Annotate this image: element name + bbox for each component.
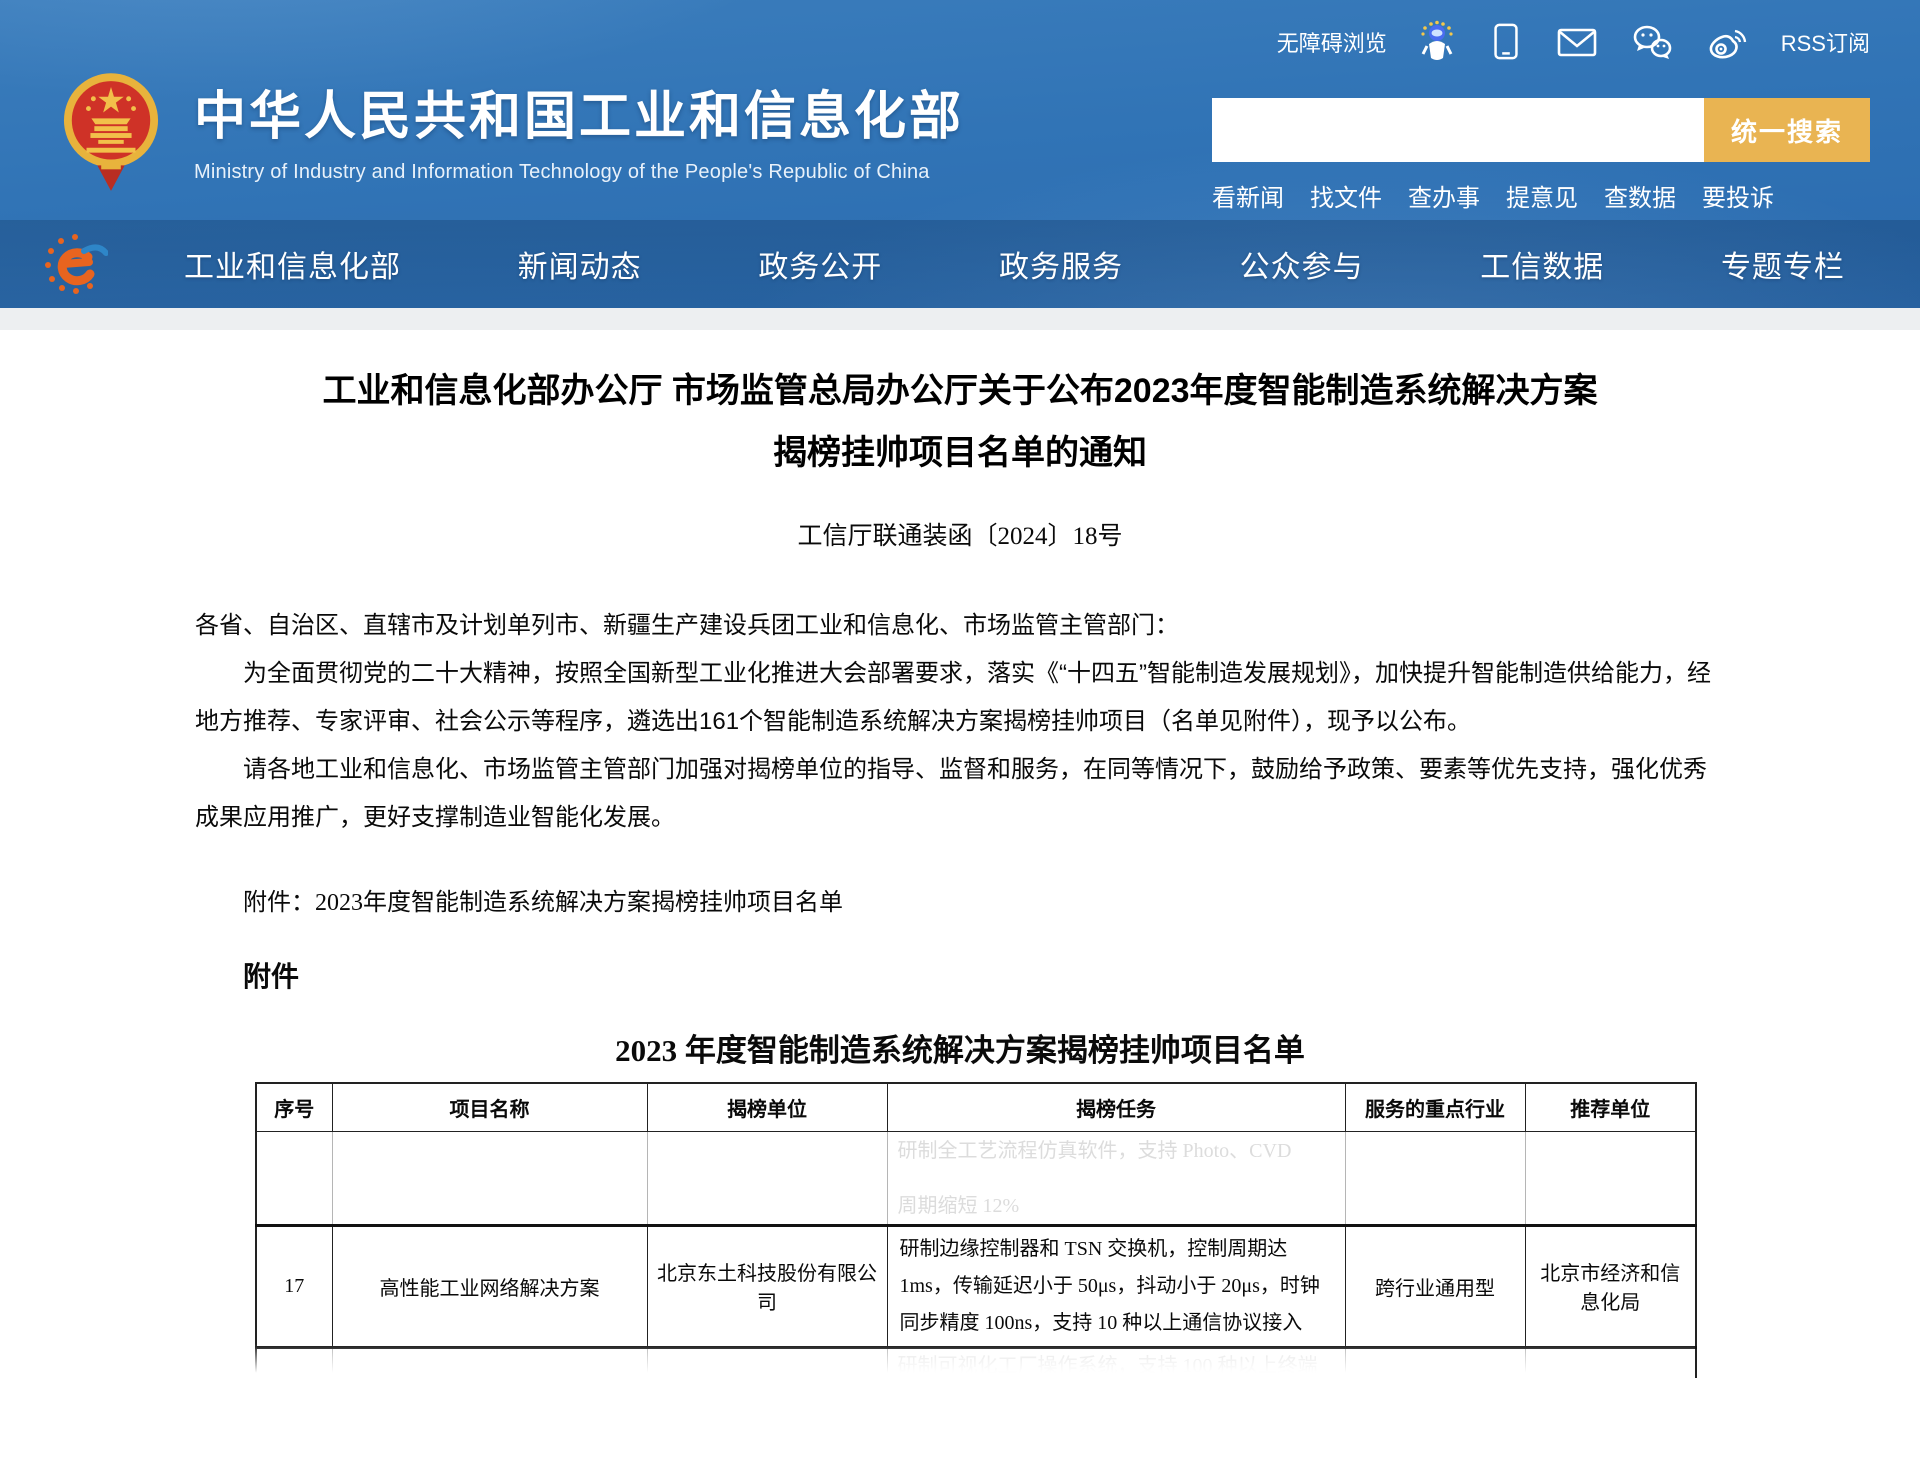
cell-recommender: 北京市经济和信息化局	[1525, 1225, 1696, 1347]
table-cell-empty	[256, 1131, 332, 1225]
table-cell-empty	[256, 1347, 332, 1378]
col-header-no: 序号	[256, 1083, 332, 1131]
weibo-icon[interactable]	[1705, 21, 1751, 63]
wechat-icon[interactable]	[1629, 21, 1675, 63]
quick-link-complaint[interactable]: 要投诉	[1702, 178, 1774, 213]
quick-link-services[interactable]: 查办事	[1408, 178, 1480, 213]
notice-paragraphs: 各省、自治区、直辖市及计划单列市、新疆生产建设兵团工业和信息化、市场监管主管部门…	[195, 602, 1725, 842]
cell-unit: 北京东土科技股份有限公司	[647, 1225, 887, 1347]
table-cell-partial-task: 研制可视化工厂操作系统，支持 100 种以上终端	[887, 1347, 1345, 1378]
quick-link-feedback[interactable]: 提意见	[1506, 178, 1578, 213]
site-subtitle: Ministry of Industry and Information Tec…	[194, 161, 964, 184]
site-title[interactable]: 中华人民共和国工业和信息化部	[194, 74, 964, 149]
quick-links: 看新闻 找文件 查办事 提意见 查数据 要投诉	[1212, 178, 1870, 213]
document-body: 工业和信息化部办公厅 市场监管总局办公厅关于公布2023年度智能制造系统解决方案…	[195, 360, 1725, 1378]
cell-project: 高性能工业网络解决方案	[332, 1225, 647, 1347]
document-number: 工信厅联通装函〔2024〕18号	[195, 516, 1725, 552]
col-header-project: 项目名称	[332, 1083, 647, 1131]
nav-item-miit[interactable]: 工业和信息化部	[184, 242, 401, 286]
notice-title: 工业和信息化部办公厅 市场监管总局办公厅关于公布2023年度智能制造系统解决方案…	[320, 360, 1600, 484]
robot-mascot-icon[interactable]	[1417, 20, 1457, 64]
cell-no: 17	[256, 1225, 332, 1347]
search-area: 统一搜索 看新闻 找文件 查办事 提意见 查数据 要投诉	[1212, 98, 1870, 213]
table-cell-partial-task: 研制全工艺流程仿真软件，支持 Photo、CVD 周期缩短 12%	[887, 1131, 1345, 1225]
nav-item-gov-open[interactable]: 政务公开	[758, 242, 882, 286]
table-cell-empty	[647, 1347, 887, 1378]
rss-link[interactable]: RSS订阅	[1781, 26, 1870, 58]
table-cell-empty	[332, 1131, 647, 1225]
attachment-link[interactable]: 附件：2023年度智能制造系统解决方案揭榜挂帅项目名单	[195, 882, 1725, 917]
nav-item-news[interactable]: 新闻动态	[518, 242, 642, 286]
col-header-task: 揭榜任务	[887, 1083, 1345, 1131]
salutation-paragraph: 各省、自治区、直辖市及计划单列市、新疆生产建设兵团工业和信息化、市场监管主管部门…	[195, 602, 1725, 650]
table-cell-empty	[647, 1131, 887, 1225]
site-brand: 中华人民共和国工业和信息化部 Ministry of Industry and …	[62, 70, 964, 202]
quick-link-files[interactable]: 找文件	[1310, 178, 1382, 213]
attachment-heading: 附件	[195, 955, 1725, 995]
unified-search-button[interactable]: 统一搜索	[1704, 98, 1870, 162]
quick-link-news[interactable]: 看新闻	[1212, 178, 1284, 213]
table-header-row: 序号 项目名称 揭榜单位 揭榜任务 服务的重点行业 推荐单位	[256, 1083, 1696, 1131]
table-cell-empty	[1525, 1131, 1696, 1225]
col-header-unit: 揭榜单位	[647, 1083, 887, 1131]
body-paragraph-2: 请各地工业和信息化、市场监管主管部门加强对揭榜单位的指导、监督和服务，在同等情况…	[195, 746, 1725, 842]
utility-bar: 无障碍浏览	[1277, 20, 1870, 64]
nav-item-special-topics[interactable]: 专题专栏	[1721, 242, 1845, 286]
search-input[interactable]	[1212, 98, 1704, 162]
main-navigation: 工业和信息化部 新闻动态 政务公开 政务服务 公众参与 工信数据 专题专栏	[0, 220, 1920, 308]
partial-row-above: 研制全工艺流程仿真软件，支持 Photo、CVD 周期缩短 12%	[256, 1131, 1696, 1225]
nav-item-public-participation[interactable]: 公众参与	[1240, 242, 1364, 286]
mobile-icon[interactable]	[1487, 21, 1525, 63]
nav-item-miit-data[interactable]: 工信数据	[1480, 242, 1604, 286]
nav-item-gov-services[interactable]: 政务服务	[999, 242, 1123, 286]
body-paragraph-1: 为全面贯彻党的二十大精神，按照全国新型工业化推进大会部署要求，落实《“十四五”智…	[195, 650, 1725, 746]
col-header-industry: 服务的重点行业	[1345, 1083, 1525, 1131]
partial-row-below: 研制可视化工厂操作系统，支持 100 种以上终端	[256, 1347, 1696, 1378]
table-cell-empty	[1345, 1347, 1525, 1378]
miit-logo-icon[interactable]	[42, 231, 108, 297]
national-emblem-icon	[62, 70, 160, 202]
table-title: 2023 年度智能制造系统解决方案揭榜挂帅项目名单	[195, 1025, 1725, 1070]
project-table: 序号 项目名称 揭榜单位 揭榜任务 服务的重点行业 推荐单位 研制全工艺流程仿真…	[255, 1082, 1697, 1378]
quick-link-data[interactable]: 查数据	[1604, 178, 1676, 213]
table-cell-empty	[1525, 1347, 1696, 1378]
divider-strip	[0, 308, 1920, 330]
cell-task: 研制边缘控制器和 TSN 交换机，控制周期达1ms，传输延迟小于 50μs，抖动…	[887, 1225, 1345, 1347]
table-cell-empty	[1345, 1131, 1525, 1225]
site-banner: 无障碍浏览	[0, 0, 1920, 308]
cell-industry: 跨行业通用型	[1345, 1225, 1525, 1347]
mail-icon[interactable]	[1555, 21, 1599, 63]
table-row: 17 高性能工业网络解决方案 北京东土科技股份有限公司 研制边缘控制器和 TSN…	[256, 1225, 1696, 1347]
table-cell-empty	[332, 1347, 647, 1378]
project-table-wrap: 序号 项目名称 揭榜单位 揭榜任务 服务的重点行业 推荐单位 研制全工艺流程仿真…	[255, 1082, 1695, 1378]
col-header-recommender: 推荐单位	[1525, 1083, 1696, 1131]
accessibility-link[interactable]: 无障碍浏览	[1277, 26, 1387, 58]
